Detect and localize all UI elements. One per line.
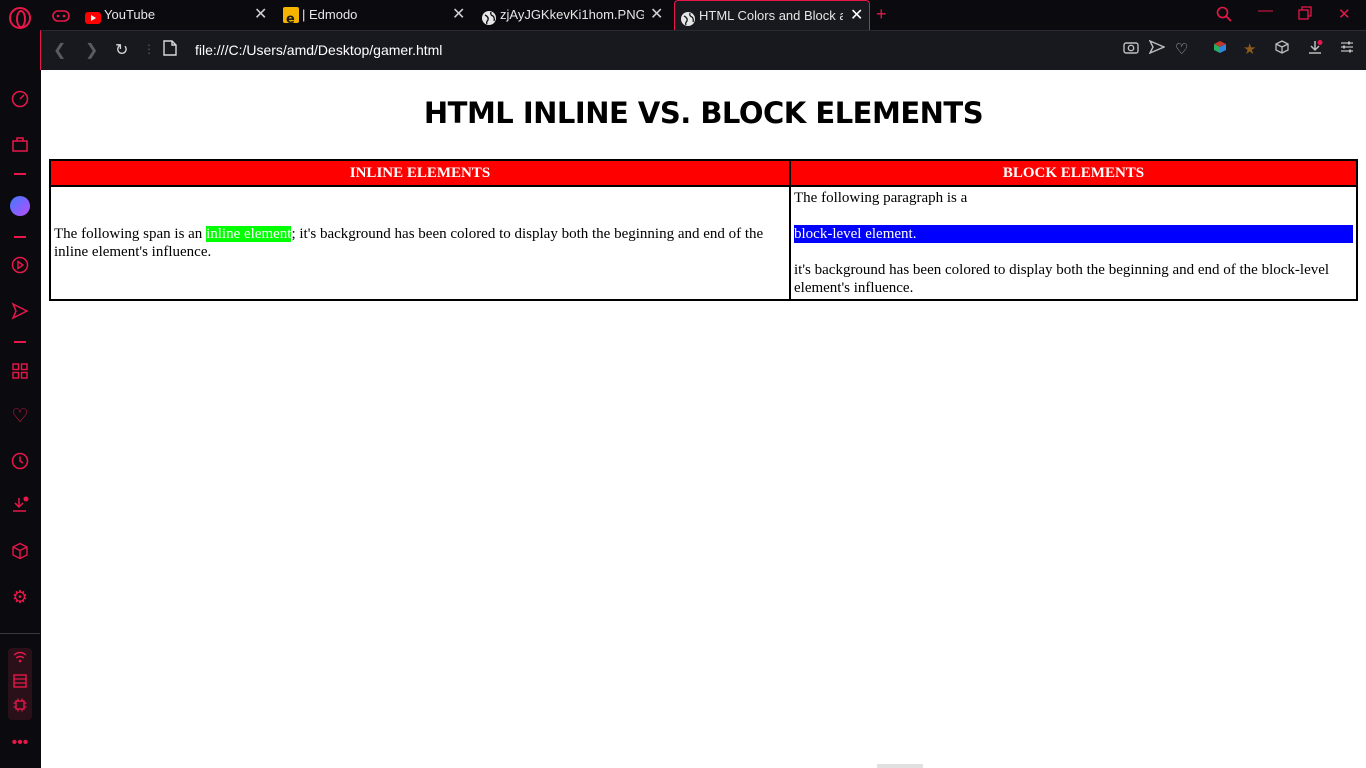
downloads-icon[interactable] — [10, 496, 30, 516]
table-header-row: INLINE ELEMENTS BLOCK ELEMENTS — [49, 159, 1358, 187]
new-tab-button[interactable]: + — [876, 4, 887, 25]
bookmarks-heart-icon[interactable]: ♡ — [10, 407, 30, 427]
sidebar-divider — [14, 173, 26, 175]
inline-element-highlight: inline element — [206, 226, 292, 242]
tab-title: HTML Colors and Block and — [699, 8, 843, 23]
opera-logo-icon[interactable] — [9, 7, 31, 29]
sidebar-divider — [14, 236, 26, 238]
sidebar: ♡ ⚙ ••• — [0, 30, 40, 768]
gx-control-panel[interactable] — [8, 648, 32, 720]
cube-icon[interactable] — [1275, 40, 1289, 58]
more-options-icon[interactable]: ••• — [10, 733, 30, 753]
player-icon[interactable] — [10, 256, 30, 276]
separator-dots: ⋮ — [143, 42, 155, 56]
close-icon[interactable]: ✕ — [650, 0, 663, 30]
page-info-icon[interactable] — [163, 40, 177, 61]
globe-icon — [680, 8, 696, 26]
svg-text:e: e — [286, 12, 295, 26]
youtube-icon — [85, 7, 101, 24]
star-extension-icon[interactable]: ★ — [1243, 40, 1256, 58]
network-limiter-icon[interactable] — [10, 650, 30, 670]
download-icon[interactable] — [1307, 40, 1323, 60]
ram-limiter-icon[interactable] — [10, 674, 30, 694]
globe-icon — [481, 7, 497, 25]
inline-cell: The following span is an inline element;… — [49, 185, 791, 301]
forward-button[interactable]: ❯ — [85, 40, 98, 60]
tab-youtube[interactable]: YouTube ✕ — [80, 0, 270, 30]
minimize-button[interactable]: — — [1258, 2, 1273, 19]
sidebar-divider — [14, 341, 26, 343]
flow-send-icon[interactable] — [10, 302, 30, 322]
extension-cube-icon[interactable] — [1213, 40, 1227, 58]
inline-text-before: The following span is an — [54, 226, 207, 242]
block-cell: The following paragraph is a block-level… — [789, 185, 1358, 301]
table-row: The following span is an inline element;… — [49, 185, 1358, 301]
restore-button[interactable] — [1298, 6, 1312, 24]
search-tabs-icon[interactable] — [1216, 6, 1232, 26]
block-intro-text: The following paragraph is a — [794, 190, 968, 206]
sidebar-divider — [0, 633, 40, 634]
speed-dial-icon[interactable] — [10, 90, 30, 110]
messenger-icon[interactable] — [10, 196, 30, 216]
easy-setup-icon[interactable] — [1340, 40, 1354, 58]
tabs-grid-icon[interactable] — [10, 362, 30, 382]
heart-icon[interactable]: ♡ — [1175, 40, 1188, 58]
tab-html-colors[interactable]: HTML Colors and Block and ✕ — [674, 0, 870, 30]
tab-title: | Edmodo — [302, 7, 358, 22]
back-button[interactable]: ❮ — [53, 40, 66, 60]
close-window-button[interactable]: ✕ — [1338, 5, 1351, 23]
close-icon[interactable]: ✕ — [452, 0, 465, 30]
cpu-limiter-icon[interactable] — [10, 698, 30, 718]
comparison-table: INLINE ELEMENTS BLOCK ELEMENTS The follo… — [49, 159, 1358, 301]
column-header-block: BLOCK ELEMENTS — [789, 159, 1358, 187]
settings-gear-icon[interactable]: ⚙ — [10, 587, 30, 607]
tab-image[interactable]: zjAyJGKkevKi1hom.PNG (1 ✕ — [476, 0, 668, 30]
tab-strip: YouTube ✕ e | Edmodo ✕ zjAyJGKkevKi1hom.… — [0, 0, 1366, 30]
snapshot-icon[interactable] — [1123, 40, 1139, 58]
web-page: HTML INLINE VS. BLOCK ELEMENTS INLINE EL… — [41, 70, 1366, 768]
address-bar: ❮ ❯ ↻ ⋮ file:///C:/Users/amd/Desktop/gam… — [40, 30, 1366, 70]
edmodo-icon: e — [283, 7, 299, 27]
page-title: HTML INLINE VS. BLOCK ELEMENTS — [423, 96, 984, 130]
block-element-highlight: block-level element. — [794, 225, 1353, 243]
send-icon[interactable] — [1148, 39, 1166, 58]
history-clock-icon[interactable] — [10, 452, 30, 472]
horizontal-scrollbar[interactable] — [877, 764, 923, 768]
close-icon[interactable]: ✕ — [254, 0, 267, 30]
column-header-inline: INLINE ELEMENTS — [49, 159, 791, 187]
bag-icon[interactable] — [10, 135, 30, 155]
tab-title: zjAyJGKkevKi1hom.PNG (1 — [500, 7, 644, 22]
browser-window: YouTube ✕ e | Edmodo ✕ zjAyJGKkevKi1hom.… — [0, 0, 1366, 768]
game-controller-icon[interactable] — [48, 0, 70, 30]
url-field[interactable]: file:///C:/Users/amd/Desktop/gamer.html — [195, 42, 442, 58]
block-text-after: it's background has been colored to disp… — [794, 262, 1330, 296]
tab-title: YouTube — [104, 7, 156, 22]
extensions-cube-icon[interactable] — [10, 542, 30, 562]
tab-edmodo[interactable]: e | Edmodo ✕ — [278, 0, 470, 30]
reload-button[interactable]: ↻ — [115, 40, 128, 60]
close-icon[interactable]: ✕ — [850, 1, 863, 31]
